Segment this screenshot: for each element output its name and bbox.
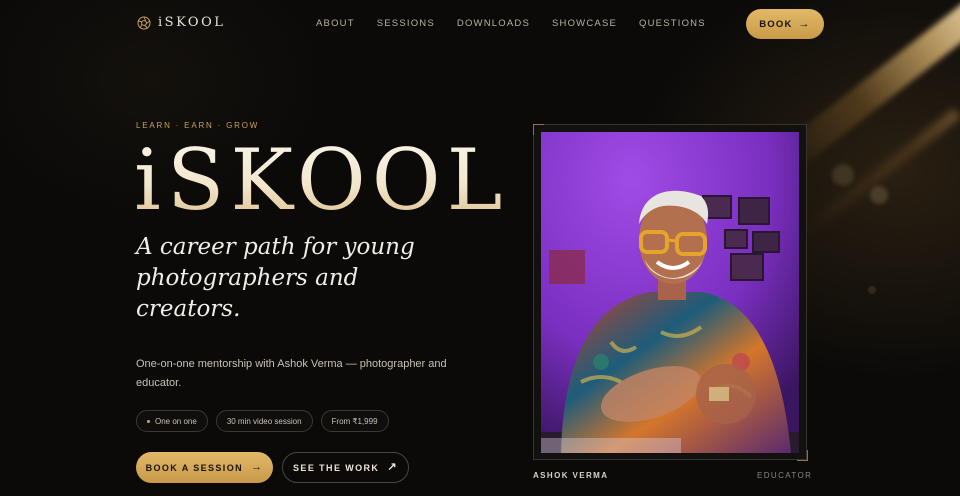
logo[interactable]: iSKOOL (137, 15, 225, 30)
book-session-button[interactable]: BOOK A SESSION → (136, 452, 273, 483)
nav-item-questions[interactable]: QUESTIONS (639, 18, 706, 29)
hero-title: iSKOOL (134, 128, 508, 232)
top-nav: iSKOOL ABOUT SESSIONS DOWNLOADS SHOWCASE… (0, 0, 960, 48)
portrait-illustration (541, 132, 799, 453)
chip-price: From ₹1,999 (320, 410, 389, 432)
see-the-work-button[interactable]: SEE THE WORK ↗ (282, 452, 409, 483)
arrow-right-icon: → (798, 17, 811, 30)
chip-session-length: 30 min video session (215, 410, 313, 432)
portrait-caption-role: EDUCATOR (757, 471, 813, 480)
hero-tagline: A career path for young photographers an… (136, 234, 415, 322)
logo-text: iSKOOL (158, 15, 226, 30)
nav-item-showcase[interactable]: SHOWCASE (552, 18, 617, 29)
book-button[interactable]: BOOK → (746, 9, 824, 39)
nav-item-downloads[interactable]: DOWNLOADS (457, 18, 530, 29)
chip-dot-icon (147, 419, 150, 423)
portrait-caption-name: ASHOK VERMA (533, 471, 609, 480)
book-session-label: BOOK A SESSION (145, 462, 244, 473)
arrow-right-icon: → (251, 461, 264, 473)
arrow-up-right-icon: ↗ (387, 461, 398, 473)
portrait-photo (541, 132, 799, 453)
nav-item-sessions[interactable]: SESSIONS (377, 18, 435, 29)
see-the-work-label: SEE THE WORK (293, 462, 380, 473)
feature-chips: One on one 30 min video session From ₹1,… (136, 410, 389, 432)
bokeh-light (868, 286, 876, 294)
light-streak-secondary (796, 108, 960, 241)
chip-label: 30 min video session (226, 416, 302, 426)
bokeh-light (870, 186, 888, 204)
aperture-icon (137, 16, 151, 29)
hero-description: One-on-one mentorship with Ashok Verma —… (136, 358, 447, 389)
chip-one-on-one: One on one (136, 410, 208, 432)
nav-item-about[interactable]: ABOUT (316, 18, 355, 29)
nav-menu: ABOUT SESSIONS DOWNLOADS SHOWCASE QUESTI… (316, 18, 706, 29)
chip-label: From ₹1,999 (331, 416, 378, 426)
chip-label: One on one (155, 416, 197, 426)
book-button-label: BOOK (759, 18, 793, 30)
bokeh-light (832, 164, 854, 186)
